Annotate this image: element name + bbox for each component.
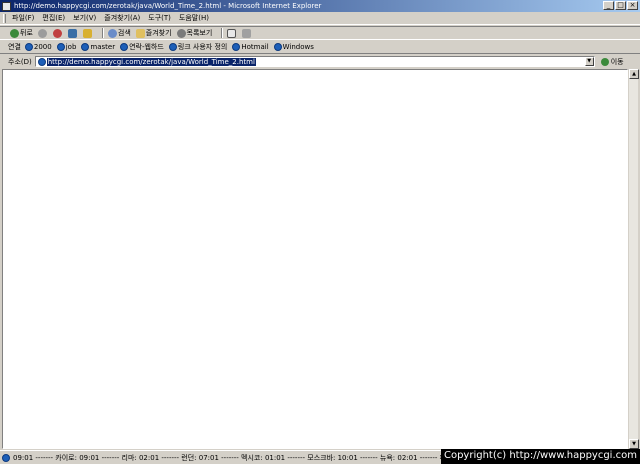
mail-button[interactable] — [227, 28, 237, 38]
favorites-icon — [135, 28, 145, 38]
search-icon — [107, 28, 117, 38]
link-label: 연락-웹하드 — [129, 43, 164, 51]
ie-page-icon — [81, 43, 90, 51]
ie-page-icon — [168, 43, 177, 51]
ie-page-icon — [24, 43, 33, 51]
go-arrow-icon — [600, 57, 609, 66]
link-customize[interactable]: 링크 사용자 정의 — [168, 42, 228, 52]
menu-help[interactable]: 도움말(H) — [179, 13, 209, 23]
maximize-button[interactable]: □ — [615, 1, 626, 10]
search-label: 검색 — [117, 29, 131, 37]
link-2000[interactable]: 2000 — [24, 43, 52, 51]
history-button[interactable]: 목록보기 — [176, 28, 213, 38]
window-title: http://demo.happycgi.com/zerotak/java/Wo… — [14, 2, 322, 10]
close-button[interactable]: × — [627, 1, 638, 10]
ie-page-icon — [273, 43, 282, 51]
link-label: job — [65, 43, 77, 51]
menu-bar: 파일(F) 편집(E) 보기(V) 즐겨찾기(A) 도구(T) 도움말(H) — [0, 12, 640, 25]
ie-page-icon — [37, 57, 46, 66]
go-label: 이동 — [610, 57, 624, 66]
forward-button[interactable] — [37, 28, 48, 38]
ie-app-icon — [2, 1, 11, 11]
link-windows[interactable]: Windows — [273, 43, 314, 51]
chevron-down-icon[interactable]: ▼ — [584, 57, 594, 66]
link-label: Windows — [282, 43, 314, 51]
toolbar-separator — [101, 28, 104, 38]
ie-page-icon — [232, 43, 241, 51]
refresh-button[interactable] — [67, 28, 78, 38]
back-button[interactable]: 뒤로 — [10, 28, 33, 38]
ie-page-icon — [56, 43, 65, 51]
print-button[interactable] — [242, 28, 252, 38]
menu-favorites[interactable]: 즐겨찾기(A) — [104, 13, 140, 23]
page-content[interactable] — [2, 69, 628, 449]
toolbar-separator — [221, 28, 224, 38]
links-bar: 연결 2000 job master 연락-웹하드 링크 사용자 정의 Hotm… — [0, 41, 640, 54]
title-bar: http://demo.happycgi.com/zerotak/java/Wo… — [0, 0, 640, 12]
home-icon — [82, 28, 92, 38]
address-bar: 주소(D) http://demo.happycgi.com/zerotak/j… — [0, 55, 640, 68]
link-master[interactable]: master — [81, 43, 115, 51]
search-button[interactable]: 검색 — [107, 28, 131, 38]
link-hotmail[interactable]: Hotmail — [232, 43, 269, 51]
menu-file[interactable]: 파일(F) — [12, 13, 34, 23]
back-arrow-icon — [10, 28, 19, 38]
favorites-label: 즐겨찾기 — [145, 29, 172, 37]
links-label: 연결 — [8, 43, 21, 51]
history-label: 목록보기 — [186, 29, 213, 37]
status-text: 09:01 ------- 카이로: 09:01 ------- 리마: 02:… — [13, 453, 447, 462]
stop-button[interactable] — [52, 28, 63, 38]
address-label: 주소(D) — [8, 57, 32, 66]
vertical-scrollbar[interactable]: ▲ ▼ — [628, 69, 639, 449]
go-button[interactable]: 이동 — [600, 57, 624, 67]
ie-page-icon — [2, 453, 10, 462]
minimize-button[interactable]: _ — [603, 1, 614, 10]
menu-tools[interactable]: 도구(T) — [148, 13, 171, 23]
scroll-up-icon[interactable]: ▲ — [629, 69, 639, 79]
link-job[interactable]: job — [56, 43, 77, 51]
stop-icon — [52, 28, 62, 38]
address-url[interactable]: http://demo.happycgi.com/zerotak/java/Wo… — [46, 57, 256, 66]
home-button[interactable] — [82, 28, 93, 38]
menubar-grip[interactable] — [3, 14, 6, 23]
ie-page-icon — [120, 43, 129, 51]
refresh-icon — [67, 28, 77, 38]
address-input[interactable]: http://demo.happycgi.com/zerotak/java/Wo… — [34, 56, 595, 67]
back-label: 뒤로 — [20, 29, 33, 37]
link-label: 링크 사용자 정의 — [177, 43, 228, 51]
window-controls: _ □ × — [603, 1, 638, 10]
link-label: 2000 — [33, 43, 52, 51]
link-webhard[interactable]: 연락-웹하드 — [120, 42, 164, 52]
history-icon — [176, 28, 186, 38]
menu-view[interactable]: 보기(V) — [73, 13, 96, 23]
forward-arrow-icon — [37, 28, 47, 38]
scroll-down-icon[interactable]: ▼ — [629, 439, 639, 449]
menu-edit[interactable]: 편집(E) — [42, 13, 65, 23]
mail-icon — [227, 28, 237, 38]
print-icon — [242, 28, 252, 38]
link-label: master — [90, 43, 116, 51]
favorites-button[interactable]: 즐겨찾기 — [135, 28, 172, 38]
standard-toolbar: 뒤로 검색 즐겨찾기 목록보기 — [0, 26, 640, 40]
link-label: Hotmail — [241, 43, 269, 51]
copyright-watermark: Copyright(c) http://www.happycgi.com — [440, 449, 640, 464]
